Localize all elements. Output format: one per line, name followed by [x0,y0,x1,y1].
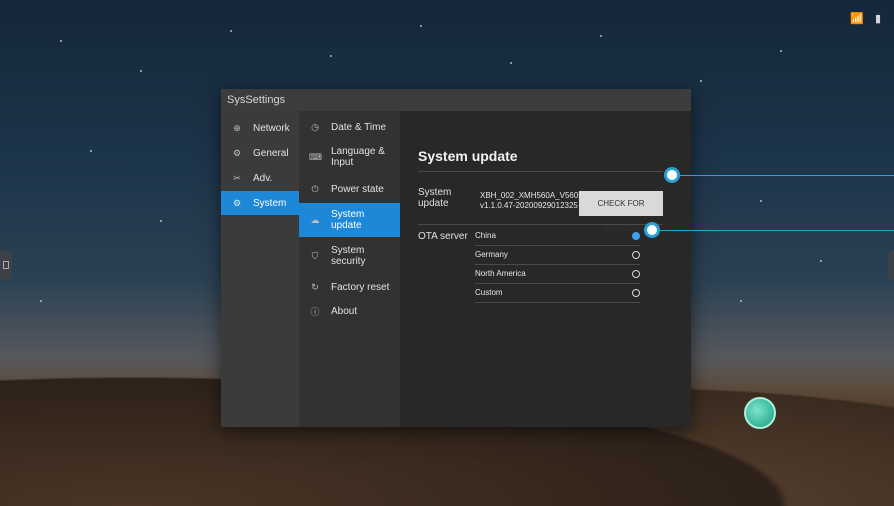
ota-option-label: Germany [475,250,508,259]
star [700,80,702,82]
subnav-item-language-input[interactable]: ⌨ Language & Input [299,139,400,175]
radio-icon[interactable] [632,270,640,278]
window-icon [3,261,9,269]
wireless-icon: 📶 [850,13,864,25]
ota-option-custom[interactable]: Custom [475,284,640,303]
nav-item-label: Network [253,122,290,134]
firmware-version: XBH_002_XMH560A_V560B_2048M_16G-v1.1.0.4… [480,191,635,210]
star [90,150,92,152]
nav-item-label: General [253,147,289,159]
subnav-item-label: About [331,305,358,317]
nav-item-label: Adv. [253,172,273,184]
info-icon: ⓘ [310,306,320,317]
ota-option-china[interactable]: China [475,227,640,246]
callout-line [680,175,894,176]
keyboard-icon: ⌨ [309,151,322,162]
row-divider [418,224,663,225]
usb-icon: ▮ [874,13,882,25]
star [140,70,142,72]
nav-item-general[interactable]: ⚙ General [221,141,299,165]
window-title: SysSettings [221,89,691,111]
secondary-nav: ◷ Date & Time ⌨ Language & Input ⏻ Power… [299,111,400,427]
radio-icon[interactable] [632,289,640,297]
star [600,35,602,37]
subnav-item-date-time[interactable]: ◷ Date & Time [299,115,400,139]
subnav-item-system-security[interactable]: ⛉ System security [299,237,400,275]
subnav-item-factory-reset[interactable]: ↻ Factory reset [299,275,400,299]
system-update-label: System update [418,187,452,209]
subnav-item-label: Factory reset [331,281,390,293]
primary-nav: ⊕ Network ⚙ General ✂ Adv. ⚙ System [221,111,299,427]
globe-icon: ⊕ [233,122,241,133]
star [740,300,742,302]
star [330,55,332,57]
callout-marker [644,222,660,238]
star [820,260,822,262]
right-sidebar-handle[interactable] [888,250,894,280]
status-bar: 📶 ▮ [850,12,884,26]
callout-marker [664,167,680,183]
palette-icon: ⚙ [232,147,242,158]
star [40,300,42,302]
ota-option-label: China [475,231,496,240]
subnav-item-power-state[interactable]: ⏻ Power state [299,175,400,203]
ota-server-label: OTA server [418,231,468,242]
star [510,62,512,64]
left-sidebar-handle[interactable] [0,250,12,280]
floating-assistive-button[interactable] [744,397,776,429]
settings-window: SysSettings ⊕ Network ⚙ General ✂ Adv. ⚙… [221,89,691,427]
star [60,40,62,42]
subnav-item-label: System update [331,209,365,231]
subnav-item-label: Power state [331,183,384,195]
power-icon: ⏻ [311,183,319,194]
ota-option-north-america[interactable]: North America [475,265,640,284]
ota-option-germany[interactable]: Germany [475,246,640,265]
ota-option-label: Custom [475,288,503,297]
system-icon: ⚙ [232,197,242,208]
nav-item-network[interactable]: ⊕ Network [221,116,299,140]
star [230,30,232,32]
callout-line [660,230,894,231]
subnav-item-system-update[interactable]: ☁ System update [299,203,400,237]
reset-icon: ↻ [311,281,319,292]
nav-item-adv[interactable]: ✂ Adv. [221,166,299,190]
check-for-updates-button[interactable]: CHECK FOR UPDATES [579,191,663,233]
star [780,50,782,52]
nav-item-system[interactable]: ⚙ System [221,191,299,215]
cloud-icon: ☁ [310,214,320,225]
page-title: System update [418,148,518,164]
subnav-item-label: Date & Time [331,121,387,133]
ota-option-label: North America [475,269,526,278]
radio-selected-icon[interactable] [632,232,640,240]
shield-icon: ⛉ [311,250,319,261]
subnav-item-label: Language & Input [331,146,385,168]
subnav-item-about[interactable]: ⓘ About [299,299,400,323]
clock-icon: ◷ [311,121,319,132]
star [420,25,422,27]
tools-icon: ✂ [233,172,241,183]
radio-icon[interactable] [632,251,640,259]
star [160,220,162,222]
nav-item-label: System [253,197,287,209]
title-divider [418,171,663,172]
star [760,200,762,202]
content-panel: System update System update XBH_002_XMH5… [400,111,691,427]
subnav-item-label: System security [331,245,366,267]
